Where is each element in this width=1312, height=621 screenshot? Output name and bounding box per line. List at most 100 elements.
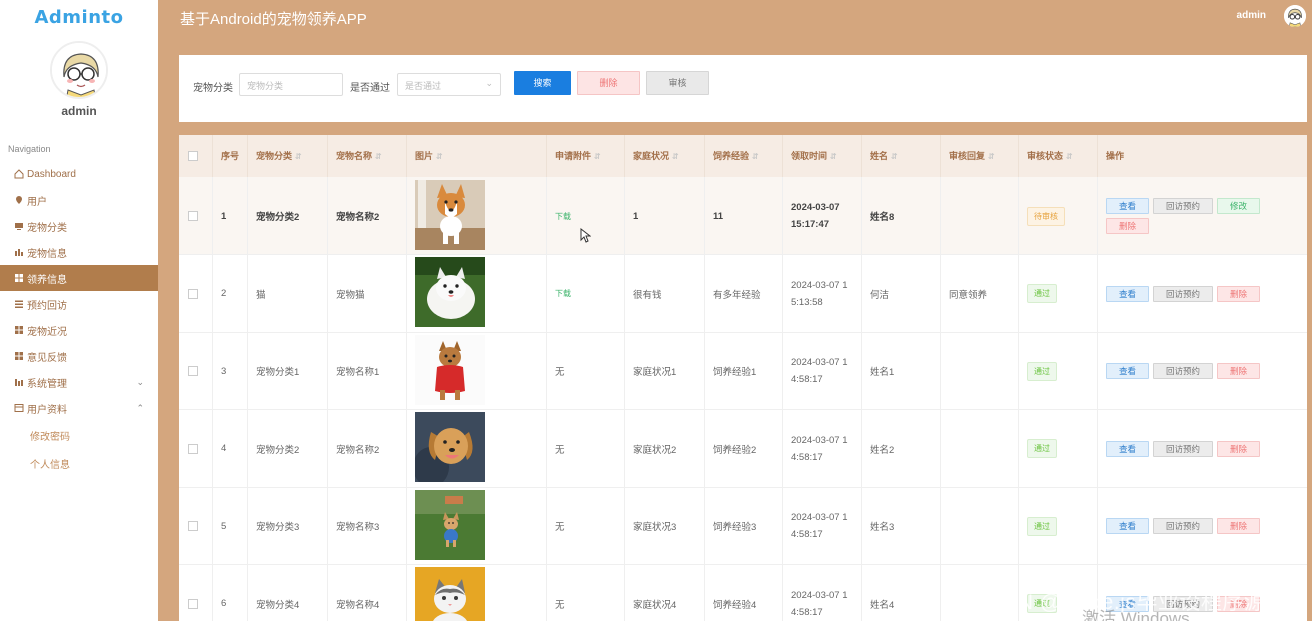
sort-icon[interactable]: ⇵ <box>295 152 302 161</box>
view-button[interactable]: 查看 <box>1106 198 1149 214</box>
cell-actions: 查看 回访预约 修改删除 <box>1098 177 1307 255</box>
sidebar-item-system-management[interactable]: 系统管理 ⌄ <box>0 369 158 395</box>
sidebar-item-label: 意见反馈 <box>27 352 67 364</box>
table-row[interactable]: 2 猫宠物猫 下载 很有钱 有多年经验 2024-03-07 1 5:13:58 何洁 同意领养… <box>179 254 1307 333</box>
col-header-picture[interactable]: 图片 ⇵ <box>407 135 547 177</box>
avatar[interactable] <box>50 41 108 99</box>
cell-attachment: 下载 <box>547 254 625 333</box>
sort-icon[interactable]: ⇵ <box>436 152 443 161</box>
sidebar-subitem-personal-info[interactable]: 个人信息 <box>0 449 158 477</box>
sidebar-subitem-change-password[interactable]: 修改密码 <box>0 421 158 449</box>
row-checkbox[interactable] <box>188 443 198 454</box>
row-checkbox[interactable] <box>188 598 198 609</box>
row-delete-button[interactable]: 删除 <box>1217 440 1260 457</box>
sort-icon[interactable]: ⇵ <box>830 152 837 161</box>
row-delete-button[interactable]: 删除 <box>1106 218 1149 234</box>
pet-photo[interactable] <box>413 412 485 487</box>
cell-person: 姓名2 <box>862 409 941 488</box>
sidebar-item-adoption-info[interactable]: 领养信息 <box>0 265 158 291</box>
time-line-2: 15:17:47 <box>791 219 830 230</box>
sort-icon[interactable]: ⇵ <box>891 152 898 161</box>
table-row[interactable]: 1 宠物分类2 宠物名称2 下载 1 11 2024-03-07 15:17:47 姓名8 待审核… <box>179 177 1307 255</box>
pet-photo[interactable] <box>415 257 485 330</box>
visit-appointment-button[interactable]: 回访预约 <box>1153 440 1213 457</box>
download-link[interactable]: 下载 <box>555 211 571 222</box>
visit-appointment-button[interactable]: 回访预约 <box>1153 198 1213 214</box>
table-row[interactable]: 3 宠物分类1 宠物名称1 无 家庭状况1 饲养经验1 2024-03-07 1 4:58:1… <box>179 332 1307 410</box>
sort-icon[interactable]: ⇵ <box>672 152 679 161</box>
view-button[interactable]: 查看 <box>1106 518 1149 534</box>
time-line-2: 4:58:17 <box>791 451 823 463</box>
col-header-status[interactable]: 审核状态 ⇵ <box>1019 135 1098 177</box>
sort-icon[interactable]: ⇵ <box>1066 152 1073 161</box>
col-header-attachment[interactable]: 申请附件 ⇵ <box>547 135 625 177</box>
row-select-cell[interactable] <box>179 487 213 565</box>
sidebar-item-feedback[interactable]: 意见反馈 <box>0 343 158 369</box>
row-checkbox[interactable] <box>188 366 198 376</box>
cell-time: 2024-03-07 1 4:58:17 <box>783 332 862 410</box>
row-delete-button[interactable]: 删除 <box>1217 518 1260 534</box>
row-select-cell[interactable] <box>179 254 213 333</box>
visit-appointment-button[interactable]: 回访预约 <box>1153 518 1213 534</box>
time-line-2: 5:13:58 <box>791 296 823 308</box>
app-logo[interactable]: Adminto <box>0 0 158 34</box>
col-header-time[interactable]: 领取时间 ⇵ <box>783 135 862 177</box>
view-button[interactable]: 查看 <box>1106 285 1149 302</box>
row-delete-button[interactable]: 删除 <box>1217 285 1260 302</box>
select-all-cell[interactable] <box>179 135 213 177</box>
time-line-1: 2024-03-07 1 <box>791 279 848 291</box>
cell-person: 姓名4 <box>862 564 941 621</box>
edit-button[interactable]: 修改 <box>1217 198 1260 214</box>
cell-person: 姓名1 <box>862 332 941 410</box>
audit-button[interactable]: 审核 <box>646 71 709 95</box>
pet-photo[interactable] <box>415 489 485 563</box>
col-header-category[interactable]: 宠物分类 ⇵ <box>248 135 328 177</box>
delete-button[interactable]: 删除 <box>577 71 640 95</box>
cell-no: 3 <box>213 332 248 410</box>
col-header-family[interactable]: 家庭状况 ⇵ <box>625 135 705 177</box>
pet-photo[interactable] <box>415 334 485 408</box>
sidebar-item-pet-info[interactable]: 宠物信息 <box>0 239 158 265</box>
sort-icon[interactable]: ⇵ <box>375 152 382 161</box>
row-select-cell[interactable] <box>179 409 213 488</box>
sidebar-item-visit-appointment[interactable]: 预约回访 <box>0 291 158 317</box>
cell-status: 通过 <box>1019 409 1098 488</box>
header-username[interactable]: admin <box>1237 10 1266 21</box>
table-row[interactable]: 5 宠物分类3 宠物名称3 无 家庭状况3 饲养经验3 2024-03-07 1 4:58:1… <box>179 487 1307 565</box>
download-link[interactable]: 下载 <box>555 288 571 299</box>
select-all-checkbox[interactable] <box>188 151 198 161</box>
sidebar-item-dashboard[interactable]: Dashboard <box>0 161 158 187</box>
cell-status: 通过 <box>1019 487 1098 565</box>
sort-icon[interactable]: ⇵ <box>594 152 601 161</box>
header-avatar[interactable] <box>1284 5 1306 27</box>
row-checkbox[interactable] <box>188 288 198 299</box>
row-select-cell[interactable] <box>179 332 213 410</box>
row-select-cell[interactable] <box>179 177 213 255</box>
col-header-reply[interactable]: 审核回复 ⇵ <box>941 135 1019 177</box>
col-header-person[interactable]: 姓名 ⇵ <box>862 135 941 177</box>
sort-icon[interactable]: ⇵ <box>752 152 759 161</box>
sidebar-item-pet-category[interactable]: 宠物分类 <box>0 213 158 239</box>
col-header-experience[interactable]: 饲养经验 ⇵ <box>705 135 783 177</box>
visit-appointment-button[interactable]: 回访预约 <box>1153 363 1213 379</box>
sidebar-item-pet-status[interactable]: 宠物近况 <box>0 317 158 343</box>
search-button[interactable]: 搜索 <box>514 71 571 95</box>
grid-icon <box>13 351 24 362</box>
row-checkbox[interactable] <box>188 521 198 531</box>
chevron-down-icon: ⌄ <box>485 78 493 88</box>
row-delete-button[interactable]: 删除 <box>1217 363 1260 379</box>
pet-photo[interactable] <box>415 179 485 253</box>
row-checkbox[interactable] <box>188 211 198 221</box>
approved-select[interactable]: 是否通过 ⌄ <box>397 73 501 96</box>
col-header-name[interactable]: 宠物名称 ⇵ <box>328 135 407 177</box>
visit-appointment-button[interactable]: 回访预约 <box>1153 285 1213 302</box>
view-button[interactable]: 查看 <box>1106 363 1149 379</box>
sort-icon[interactable]: ⇵ <box>988 152 995 161</box>
table-row[interactable]: 4 宠物分类2 宠物名称2 无 家庭状况2 饲养经验2 2024-03-07 1 4:58:1… <box>179 409 1307 488</box>
sidebar-item-user-profile[interactable]: 用户资料 ⌃ <box>0 395 158 421</box>
row-select-cell[interactable] <box>179 564 213 621</box>
view-button[interactable]: 查看 <box>1106 440 1149 457</box>
pet-photo[interactable] <box>415 567 485 621</box>
sidebar-item-users[interactable]: 用户 <box>0 187 158 213</box>
category-search-input[interactable]: 宠物分类 <box>239 73 343 96</box>
